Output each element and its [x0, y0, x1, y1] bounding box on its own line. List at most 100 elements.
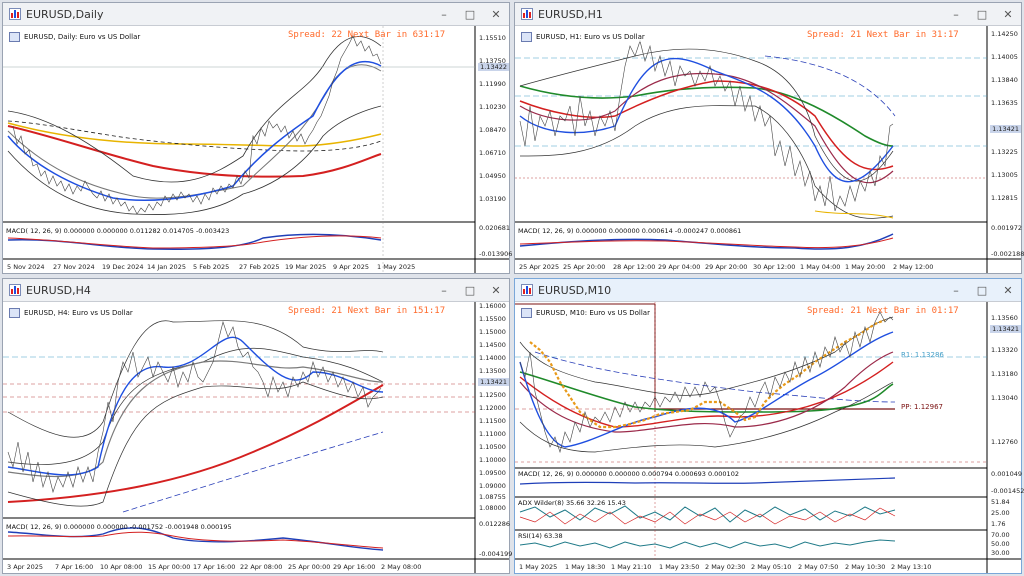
time-label: 10 Apr 08:00 — [100, 563, 143, 571]
close-button[interactable]: ✕ — [995, 279, 1021, 301]
close-button[interactable]: ✕ — [995, 3, 1021, 25]
maximize-button[interactable]: □ — [457, 279, 483, 301]
time-label: 19 Dec 2024 — [102, 263, 144, 271]
minimize-button[interactable]: – — [431, 279, 457, 301]
macd-scale: -0.013906 — [479, 250, 513, 258]
price-label: 1.06710 — [479, 149, 506, 157]
price-label: 1.08755 — [479, 493, 506, 501]
price-chart[interactable]: EURUSD, H4: Euro vs US Dollar Spread: 21… — [3, 302, 513, 573]
chart-type-icon — [9, 308, 20, 318]
macd-label: MACD( 12, 26, 9) 0.000000 0.000000 0.011… — [6, 227, 230, 235]
chart-canvas[interactable] — [3, 302, 509, 573]
window-titlebar[interactable]: EURUSD,M10 – □ ✕ — [515, 279, 1021, 302]
price-label: 1.03190 — [479, 195, 506, 203]
window-title: EURUSD,H4 — [26, 283, 91, 297]
time-label: 2 May 10:30 — [845, 563, 886, 571]
time-label: 27 Feb 2025 — [239, 263, 280, 271]
time-label: 1 May 2025 — [377, 263, 416, 271]
maximize-button[interactable]: □ — [969, 3, 995, 25]
minimize-button[interactable]: – — [943, 279, 969, 301]
price-label: 1.08000 — [479, 504, 506, 512]
time-label: 1 May 20:00 — [845, 263, 886, 271]
maximize-button[interactable]: □ — [457, 3, 483, 25]
time-label: 2 May 02:30 — [705, 563, 746, 571]
time-label: 5 Nov 2024 — [7, 263, 45, 271]
chart-window-m10[interactable]: EURUSD,M10 – □ ✕ EURUSD, M10: Euro vs US… — [514, 278, 1024, 574]
time-label: 1 May 21:10 — [611, 563, 652, 571]
price-label: 1.08470 — [479, 126, 506, 134]
price-label: 1.09500 — [479, 469, 506, 477]
chart-window-daily[interactable]: EURUSD,Daily – □ ✕ EURUSD, Daily: Euro v… — [2, 2, 513, 274]
spread-timer: Spread: 22 Next Bar in 631:17 — [288, 30, 446, 40]
price-label: 1.14500 — [479, 341, 506, 349]
adx-scale: 25.00 — [991, 509, 1010, 517]
rsi-label: RSI(14) 63.38 — [518, 532, 563, 540]
window-titlebar[interactable]: EURUSD,Daily – □ ✕ — [3, 3, 509, 26]
time-label: 3 Apr 2025 — [7, 563, 44, 571]
price-chart[interactable]: EURUSD, Daily: Euro vs US Dollar Spread:… — [3, 26, 513, 273]
current-price-tag: 1.13421 — [990, 125, 1021, 133]
chart-window-icon — [521, 284, 533, 296]
chart-window-icon — [521, 8, 533, 20]
close-button[interactable]: ✕ — [483, 3, 509, 25]
time-label: 2 May 05:10 — [751, 563, 792, 571]
chart-header: EURUSD, H1: Euro vs US Dollar — [521, 32, 645, 42]
chart-window-icon — [9, 284, 21, 296]
minimize-button[interactable]: – — [431, 3, 457, 25]
time-label: 1 May 2025 — [519, 563, 558, 571]
macd-scale: -0.002188 — [991, 250, 1024, 258]
price-label: 1.13225 — [991, 148, 1018, 156]
chart-window-h1[interactable]: EURUSD,H1 – □ ✕ EURUSD, H1: Euro vs US D… — [514, 2, 1024, 274]
chart-window-h4[interactable]: EURUSD,H4 – □ ✕ EURUSD, H4: Euro vs US D… — [2, 278, 513, 574]
macd-scale: 0.012286 — [479, 520, 511, 528]
macd-scale: 0.001049 — [991, 470, 1023, 478]
window-titlebar[interactable]: EURUSD,H4 – □ ✕ — [3, 279, 509, 302]
minimize-button[interactable]: – — [943, 3, 969, 25]
rsi-scale: 30.00 — [991, 549, 1010, 557]
chart-header: EURUSD, Daily: Euro vs US Dollar — [9, 32, 141, 42]
price-chart[interactable]: EURUSD, H1: Euro vs US Dollar Spread: 21… — [515, 26, 1024, 273]
price-label: 1.13040 — [991, 394, 1018, 402]
price-label: 1.10500 — [479, 443, 506, 451]
price-chart[interactable]: EURUSD, M10: Euro vs US Dollar Spread: 2… — [515, 302, 1024, 573]
time-label: 25 Apr 00:00 — [288, 563, 331, 571]
adx-scale: 51.84 — [991, 498, 1010, 506]
macd-scale: 0.020681 — [479, 224, 511, 232]
chart-canvas[interactable] — [515, 302, 1021, 573]
time-label: 7 Apr 16:00 — [55, 563, 94, 571]
maximize-button[interactable]: □ — [969, 279, 995, 301]
time-label: 14 Jan 2025 — [147, 263, 186, 271]
adx-label: ADX Wilder(8) 35.66 32.26 15.43 — [518, 499, 626, 507]
time-label: 1 May 23:50 — [659, 563, 700, 571]
chart-header: EURUSD, M10: Euro vs US Dollar — [521, 308, 650, 318]
close-button[interactable]: ✕ — [483, 279, 509, 301]
price-label: 1.15500 — [479, 315, 506, 323]
price-label: 1.13500 — [479, 367, 506, 375]
chart-window-icon — [9, 8, 21, 20]
spread-timer: Spread: 21 Next Bar in 31:17 — [807, 30, 959, 40]
rsi-scale: 50.00 — [991, 540, 1010, 548]
price-label: 1.14005 — [991, 53, 1018, 61]
time-label: 15 Apr 00:00 — [148, 563, 191, 571]
pivot-pp-label: PP: 1.12967 — [901, 403, 943, 411]
price-label: 1.13635 — [991, 99, 1018, 107]
time-label: 1 May 04:00 — [800, 263, 841, 271]
price-label: 1.15000 — [479, 328, 506, 336]
current-price-tag: 1.13422 — [478, 63, 509, 71]
pivot-r1-label: R1: 1.13286 — [901, 351, 944, 359]
price-label: 1.11990 — [479, 80, 506, 88]
time-label: 27 Nov 2024 — [53, 263, 95, 271]
time-label: 5 Feb 2025 — [193, 263, 230, 271]
rsi-scale: 70.00 — [991, 531, 1010, 539]
price-label: 1.12760 — [991, 438, 1018, 446]
time-label: 25 Apr 20:00 — [563, 263, 606, 271]
chart-canvas[interactable] — [3, 26, 509, 273]
price-label: 1.13560 — [991, 314, 1018, 322]
macd-scale: -0.004199 — [479, 550, 513, 558]
price-label: 1.12000 — [479, 404, 506, 412]
window-titlebar[interactable]: EURUSD,H1 – □ ✕ — [515, 3, 1021, 26]
price-label: 1.14250 — [991, 30, 1018, 38]
price-label: 1.13320 — [991, 346, 1018, 354]
time-label: 22 Apr 08:00 — [240, 563, 283, 571]
chart-canvas[interactable] — [515, 26, 1021, 273]
